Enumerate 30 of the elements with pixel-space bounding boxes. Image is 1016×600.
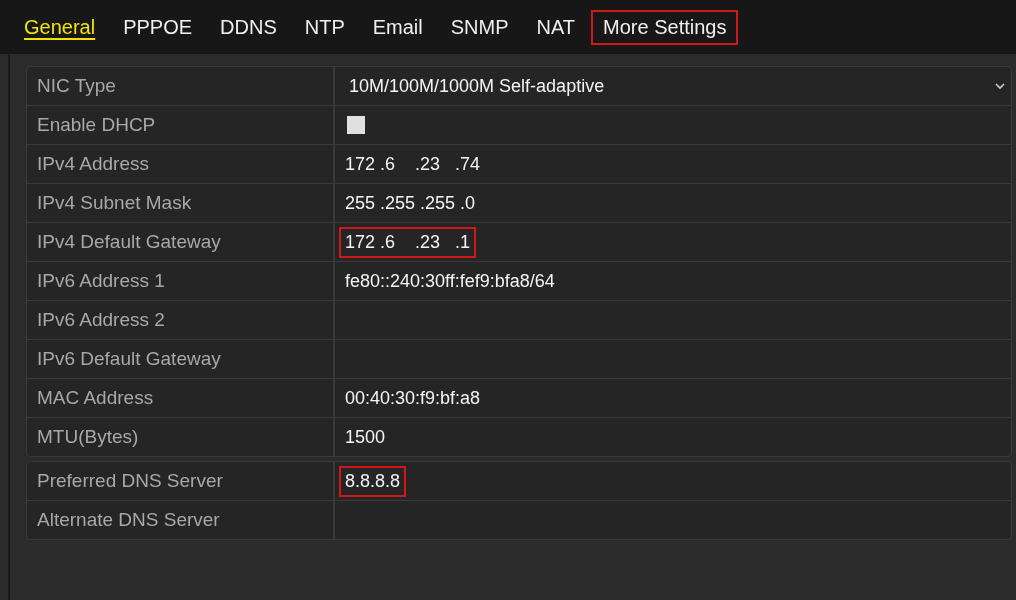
field-value[interactable]: 8.8.8.8 [339, 465, 407, 497]
tab[interactable]: Email [360, 9, 435, 45]
field-label: Preferred DNS Server [27, 462, 335, 500]
field-label: IPv6 Address 2 [27, 301, 335, 339]
tab[interactable]: PPPOE [111, 9, 205, 45]
tab[interactable]: SNMP [438, 9, 521, 45]
tab[interactable]: More Settings [591, 9, 739, 45]
field-value[interactable]: 172 .6 .23 .1 [339, 226, 477, 258]
field-value[interactable]: 255 .255 .255 .0 [339, 187, 482, 219]
tab[interactable]: DDNS [208, 9, 289, 45]
field-label: MTU(Bytes) [27, 418, 335, 456]
tab[interactable]: NTP [292, 9, 357, 45]
field-value[interactable]: 00:40:30:f9:bf:a8 [339, 382, 487, 414]
field-label: IPv4 Default Gateway [27, 223, 335, 261]
field-label: Alternate DNS Server [27, 501, 335, 539]
field-label: IPv4 Subnet Mask [27, 184, 335, 222]
checkbox[interactable] [347, 116, 365, 134]
field-label: IPv6 Default Gateway [27, 340, 335, 378]
field-label: MAC Address [27, 379, 335, 417]
field-label: IPv4 Address [27, 145, 335, 183]
field-value[interactable]: fe80::240:30ff:fef9:bfa8/64 [339, 265, 561, 297]
field-value[interactable]: 172 .6 .23 .74 [339, 148, 487, 180]
field-value[interactable]: 1500 [339, 421, 392, 453]
chevron-down-icon [995, 82, 1005, 90]
tab[interactable]: NAT [524, 9, 588, 45]
field-label: Enable DHCP [27, 106, 335, 144]
tab[interactable]: General [12, 9, 108, 45]
field-label: IPv6 Address 1 [27, 262, 335, 300]
field-label: NIC Type [27, 67, 335, 105]
dropdown[interactable]: 10M/100M/1000M Self-adaptive [339, 67, 1011, 105]
